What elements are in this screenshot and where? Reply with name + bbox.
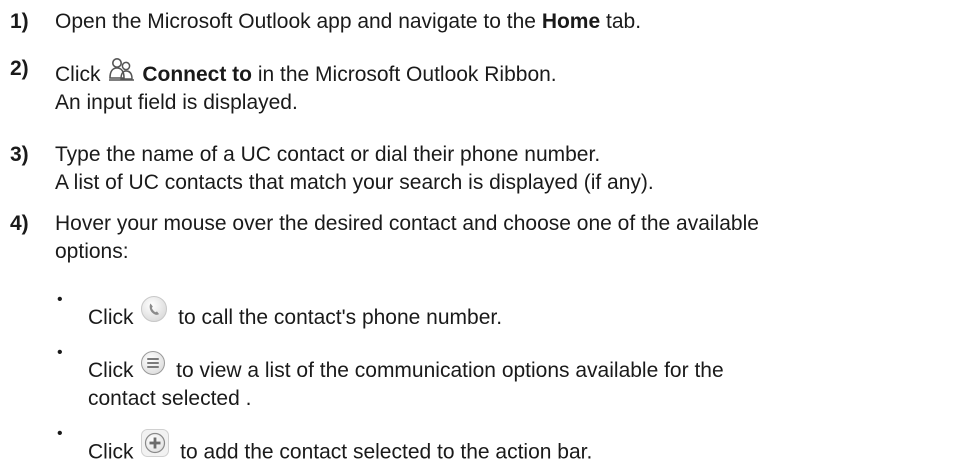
step-text: Click Connect to in the Microsoft Outloo… (55, 58, 947, 117)
step-result: A list of UC contacts that match your se… (55, 171, 654, 194)
bullet: • (57, 344, 63, 361)
click-label: Click (55, 63, 107, 86)
step-number: 3) (10, 143, 29, 166)
step-number: 2) (10, 57, 29, 80)
step-text: Type the name of a UC contact or dial th… (55, 141, 947, 197)
connect-to-icon (108, 57, 136, 83)
step-text: Open the Microsoft Outlook app and navig… (55, 8, 947, 36)
step-result: An input field is displayed. (55, 91, 298, 114)
option-description: to call the contact's phone number. (172, 306, 503, 329)
click-label: Click (88, 306, 140, 329)
step-number: 1) (10, 10, 29, 33)
step-line-1: Hover your mouse over the desired contac… (55, 212, 759, 235)
home-tab-name: Home (541, 10, 601, 33)
option-text: Click to view a list of the communicatio… (88, 351, 949, 413)
connect-to-label: Connect to (142, 63, 252, 86)
step-text-after: tab. (600, 10, 642, 33)
add-icon (140, 428, 170, 458)
option-description: to view a list of the communication opti… (170, 359, 724, 382)
bullet: • (57, 425, 63, 442)
step-text-before: Open the Microsoft Outlook app and navig… (55, 10, 542, 33)
instructions-document: 1) Open the Microsoft Outlook app and na… (0, 0, 957, 472)
step-line-1: Type the name of a UC contact or dial th… (55, 143, 601, 166)
menu-icon (140, 350, 166, 376)
click-label: Click (88, 440, 140, 464)
option-description-line-2: contact selected . (88, 387, 252, 410)
option-text: Click to call the contact's phone number… (88, 296, 949, 332)
step-text-after: in the Microsoft Outlook Ribbon. (252, 63, 557, 86)
step-text: Hover your mouse over the desired contac… (55, 210, 947, 266)
option-description: to add the contact selected to the actio… (174, 440, 593, 464)
bullet: • (57, 291, 63, 308)
step-number: 4) (10, 212, 29, 235)
phone-icon (140, 295, 168, 323)
option-text: Click to add the contact selected to the… (88, 429, 949, 468)
click-label: Click (88, 359, 140, 382)
step-line-2: options: (55, 240, 129, 263)
